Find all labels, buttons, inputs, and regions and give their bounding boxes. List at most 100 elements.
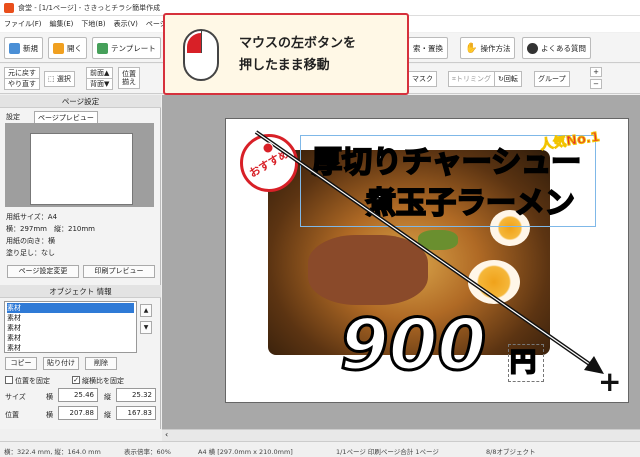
instruction-callout: マウスの左ボタンを 押したまま移動: [163, 13, 409, 95]
position-label: 位置: [5, 411, 19, 419]
faq-button[interactable]: よくある質問: [522, 37, 591, 59]
folder-icon: [53, 42, 64, 54]
paper-dims-text: 横：297mm 縦：210mm: [6, 225, 95, 233]
fix-ratio-checkbox[interactable]: ✓: [72, 376, 80, 384]
callout-line-1: マウスの左ボタンを: [239, 36, 357, 51]
menu-edit[interactable]: 編集(E): [46, 16, 78, 32]
paste-button[interactable]: 貼り付け: [43, 357, 79, 370]
rotate-button[interactable]: ↻回転: [494, 71, 522, 87]
size-label: サイズ: [5, 393, 26, 401]
front-label: 前面▲: [90, 69, 110, 77]
select-button[interactable]: ⬚ 選択: [44, 71, 75, 87]
page-preview-thumbnail: [30, 133, 133, 205]
align-label: 位置: [122, 70, 136, 78]
size-height-label: 縦: [104, 393, 111, 401]
select-icon: ⬚: [48, 75, 55, 83]
align-button[interactable]: 位置 揃え: [118, 67, 140, 89]
scroll-left-icon[interactable]: ‹: [165, 430, 168, 439]
size-width-label: 横: [46, 393, 53, 401]
position-x-field[interactable]: 207.88: [58, 406, 98, 420]
recommend-stamp-text: おすすめ: [246, 146, 292, 181]
new-button[interactable]: 新規: [4, 37, 43, 59]
flyer-title-line2[interactable]: 煮玉子ラーメン: [365, 178, 576, 222]
copy-button[interactable]: コピー: [5, 357, 37, 370]
template-icon: [97, 42, 108, 54]
status-zoom: 表示倍率：60%: [124, 448, 171, 456]
mouse-icon: [183, 29, 219, 81]
callout-message: マウスの左ボタンを 押したまま移動: [239, 33, 356, 77]
menu-view[interactable]: 表示(V): [110, 16, 142, 32]
fix-position-checkbox[interactable]: [5, 376, 13, 384]
horizontal-scrollbar[interactable]: ‹: [162, 429, 640, 441]
app-icon: [4, 3, 14, 13]
fix-position-label: 位置を固定: [15, 377, 50, 385]
new-label: 新規: [23, 43, 38, 53]
trimming-button[interactable]: ⌗トリミング: [448, 71, 495, 87]
list-item[interactable]: 素材: [7, 313, 21, 323]
template-label: テンプレート: [111, 43, 156, 53]
position-y-field[interactable]: 167.83: [116, 406, 156, 420]
zoom-in-button[interactable]: +: [590, 67, 602, 77]
operation-button[interactable]: ✋ 操作方法: [460, 37, 516, 59]
open-button[interactable]: 開く: [48, 37, 87, 59]
paper-size-text: 用紙サイズ：A4: [6, 213, 58, 221]
trimming-label: トリミング: [455, 75, 491, 83]
print-preview-button[interactable]: 印刷プレビュー: [83, 265, 155, 278]
tab-settings[interactable]: 設定: [6, 112, 20, 122]
price-text[interactable]: 900: [338, 309, 487, 382]
zoom-out-icon: −: [593, 80, 599, 88]
group-label: グループ: [538, 75, 566, 83]
list-item[interactable]: 素材: [7, 343, 21, 353]
left-panel: ページ設定 設定 ページプレビュー 用紙サイズ：A4 横：297mm 縦：210…: [0, 95, 161, 429]
orientation-text: 用紙の向き：横: [6, 237, 55, 245]
size-width-field[interactable]: 25.46: [58, 388, 98, 402]
search-replace-label: 索・置換: [413, 43, 443, 53]
send-back-button[interactable]: 背面▼: [86, 78, 114, 90]
back-label: 背面▼: [90, 80, 110, 88]
menu-file[interactable]: ファイル(F): [0, 16, 46, 32]
move-up-button[interactable]: ▲: [140, 304, 152, 317]
list-item[interactable]: 素材: [7, 303, 134, 313]
object-list[interactable]: 素材 素材 素材 素材 素材: [4, 301, 137, 353]
recommend-stamp[interactable]: おすすめ: [240, 134, 298, 192]
mask-button[interactable]: マスク: [408, 71, 437, 87]
search-replace-button[interactable]: 索・置換: [408, 37, 448, 59]
zoom-in-icon: +: [593, 68, 599, 76]
operation-label: 操作方法: [480, 43, 511, 53]
faq-label: よくある質問: [541, 43, 586, 53]
fix-ratio-label: 縦横比を固定: [82, 377, 124, 385]
move-cursor-icon: +: [598, 365, 622, 398]
page-settings-change-button[interactable]: ページ設定変更: [7, 265, 79, 278]
status-coords: 横：322.4 mm, 縦：164.0 mm: [4, 448, 101, 456]
triangle-up-icon: ▲: [143, 307, 149, 314]
chashu-image: [308, 235, 428, 305]
menu-background[interactable]: 下地(B): [77, 16, 109, 32]
mask-label: マスク: [412, 75, 433, 83]
mouse-divider: [201, 31, 202, 53]
redo-button[interactable]: やり直す: [4, 78, 40, 90]
rotate-label: 回転: [503, 75, 518, 83]
bleed-text: 塗り足し：なし: [6, 249, 55, 257]
faq-icon: [527, 42, 538, 54]
position-x-label: 横: [46, 411, 53, 419]
zoom-out-button[interactable]: −: [590, 79, 602, 89]
position-y-label: 縦: [104, 411, 111, 419]
left-button-highlight: [187, 33, 201, 53]
redo-label: やり直す: [8, 80, 36, 88]
undo-label: 元に戻す: [8, 69, 36, 77]
callout-line-2: 押したまま移動: [239, 58, 330, 73]
open-label: 開く: [67, 43, 82, 53]
group-button[interactable]: グループ: [534, 71, 570, 87]
object-info-header: オブジェクト 情報: [0, 285, 161, 298]
check-icon: ✓: [73, 376, 79, 384]
size-height-field[interactable]: 25.32: [116, 388, 156, 402]
list-item[interactable]: 素材: [7, 333, 21, 343]
status-objects: 8/8オブジェクト: [486, 448, 536, 456]
triangle-down-icon: ▼: [143, 324, 149, 331]
egg-image: [468, 260, 520, 304]
delete-button[interactable]: 削除: [85, 357, 117, 370]
template-button[interactable]: テンプレート: [92, 37, 161, 59]
list-item[interactable]: 素材: [7, 323, 21, 333]
status-paper: A4 横 [297.0mm x 210.0mm]: [198, 448, 293, 456]
move-down-button[interactable]: ▼: [140, 321, 152, 334]
